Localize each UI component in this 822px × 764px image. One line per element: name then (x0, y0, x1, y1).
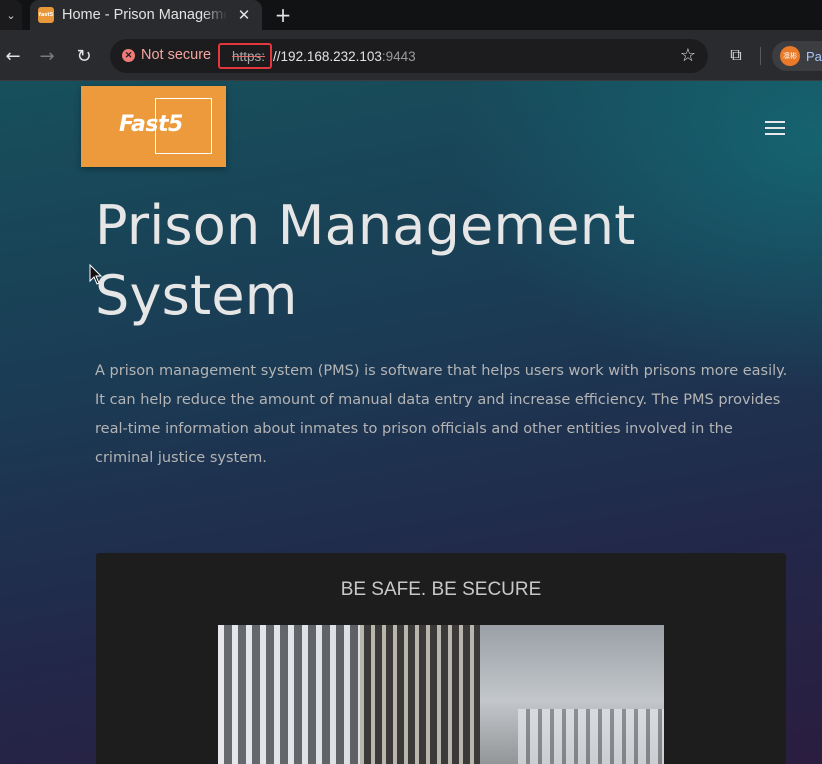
card-title: BE SAFE. BE SECURE (340, 579, 542, 600)
prison-corridor-image (218, 625, 664, 764)
site-logo[interactable]: Fast5 (81, 86, 226, 167)
profile-label: Pa (806, 48, 822, 64)
url-port: :9443 (381, 48, 416, 64)
tab-title: Home - Prison Management System (62, 7, 227, 23)
address-bar[interactable]: ✕ Not secure https: // 192.168.232.103 :… (110, 39, 708, 73)
active-tab[interactable]: fast5 Home - Prison Management System ✕ (30, 0, 262, 30)
url-host: 192.168.232.103 (280, 48, 382, 64)
hero-description: A prison management system (PMS) is soft… (95, 363, 788, 466)
security-indicator[interactable]: ✕ Not secure (122, 47, 211, 63)
not-secure-warning-icon: ✕ (122, 48, 135, 62)
tab-strip: ⌄ fast5 Home - Prison Management System … (0, 0, 822, 30)
extensions-puzzle-icon[interactable]: ⧉ (724, 43, 748, 67)
avatar: 凛彬 (780, 46, 800, 66)
forward-arrow-icon[interactable]: → (34, 43, 60, 69)
page-content: Fast5 Prison Management System A prison … (0, 81, 822, 764)
profile-button[interactable]: 凛彬 Pa (772, 41, 822, 71)
url-scheme: https: (232, 48, 266, 64)
toolbar-divider (760, 47, 761, 65)
page-title: Prison Management System (95, 191, 775, 331)
back-arrow-icon[interactable]: ← (0, 43, 26, 69)
tab-search-icon[interactable]: ⌄ (0, 0, 22, 30)
url-separator: // (273, 48, 281, 64)
bookmark-star-icon[interactable]: ☆ (680, 45, 696, 66)
feature-card: BE SAFE. BE SECURE (96, 553, 786, 764)
page-title-line1: Prison Management (95, 194, 636, 257)
hamburger-menu-icon[interactable] (765, 121, 785, 135)
https-highlight-box: https: (218, 43, 273, 69)
tab-close-icon[interactable]: ✕ (234, 5, 254, 25)
mouse-cursor-icon (89, 264, 103, 285)
logo-text: Fast5 (119, 112, 183, 137)
site-favicon-icon: fast5 (38, 7, 54, 23)
browser-toolbar: ← → ↻ ✕ Not secure https: // 192.168.232… (0, 30, 822, 81)
security-label: Not secure (141, 47, 212, 63)
reload-icon[interactable]: ↻ (71, 43, 97, 69)
new-tab-icon[interactable]: + (271, 3, 295, 27)
url-text[interactable]: https: // 192.168.232.103 :9443 (218, 43, 416, 69)
page-title-line2: System (95, 264, 298, 327)
